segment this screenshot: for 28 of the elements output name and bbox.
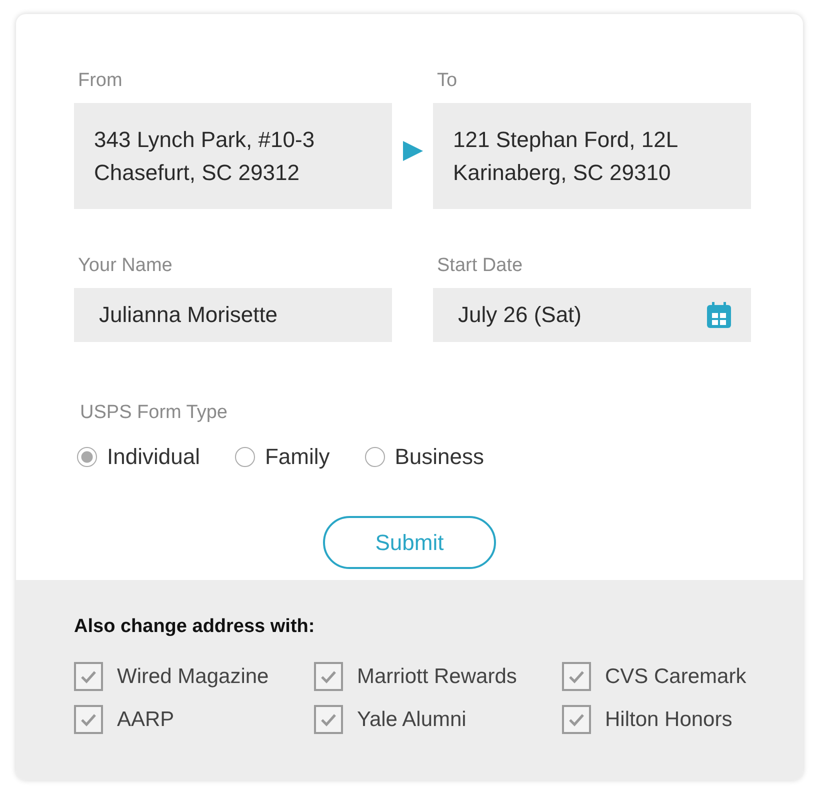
date-value: July 26 (Sat) (458, 302, 582, 328)
calendar-icon[interactable] (707, 302, 731, 328)
arrow-icon (402, 141, 422, 161)
name-field[interactable]: Julianna Morisette (74, 288, 392, 342)
checkbox-option[interactable]: Yale Alumni (314, 705, 562, 734)
radio-option[interactable]: Individual (77, 444, 200, 470)
address-field[interactable]: 343 Lynch Park, #10-3 Chasefurt, SC 29312 (74, 103, 392, 209)
check-icon (320, 712, 337, 726)
checkbox-option[interactable]: AARP (74, 705, 314, 734)
section-title: Also change address with: (74, 616, 316, 638)
checkbox-option[interactable]: Wired Magazine (74, 662, 314, 691)
check-icon (80, 712, 97, 726)
section-label: USPS Form Type (79, 402, 228, 424)
check-icon (80, 670, 97, 684)
field-label: Start Date (436, 255, 524, 277)
address-field[interactable]: 121 Stephan Ford, 12L Karinaberg, SC 29310 (433, 103, 751, 209)
check-icon (568, 670, 585, 684)
check-icon (568, 712, 585, 726)
field-label: Your Name (77, 255, 174, 277)
checkbox-option[interactable]: Marriott Rewards (314, 662, 562, 691)
date-field[interactable]: July 26 (Sat) (433, 288, 751, 342)
field-label: From (77, 70, 124, 92)
check-icon (320, 670, 337, 684)
checkbox-option[interactable]: CVS Caremark (562, 662, 762, 691)
field-label: To (436, 70, 458, 92)
radio-option[interactable]: Business (364, 444, 484, 470)
radio-option[interactable]: Family (234, 444, 330, 470)
checkbox-option[interactable]: Hilton Honors (562, 705, 762, 734)
